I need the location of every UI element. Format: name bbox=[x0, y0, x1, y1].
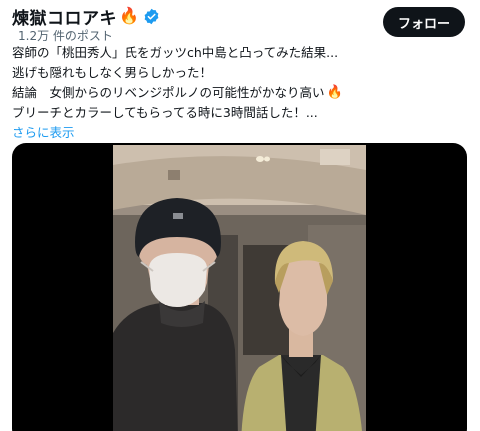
post-count: 1.2万 件のポスト bbox=[18, 29, 113, 43]
fire-icon: 🔥 bbox=[326, 85, 343, 100]
fire-icon: 🔥 bbox=[119, 6, 139, 25]
show-more-link[interactable]: さらに表示 bbox=[12, 123, 75, 143]
video-player[interactable] bbox=[12, 143, 467, 431]
video-thumbnail bbox=[113, 145, 366, 431]
post-text-line: 逃げも隠れもしなく男らしかった！ bbox=[12, 65, 213, 80]
post-text-line: 結論 女側からのリベンジポルノの可能性がかなり高い 🔥 bbox=[12, 83, 372, 103]
post-text-line: 容師の「桃田秀人」氏をガッツch中島と凸ってみた結果... bbox=[12, 45, 339, 60]
follow-button[interactable]: フォロー bbox=[383, 7, 465, 37]
post-text-line: ブリーチとカラーしてもらってる時に3時間話した！... bbox=[12, 105, 318, 120]
author-name[interactable]: 煉獄コロアキ bbox=[12, 4, 117, 29]
verified-badge-icon bbox=[144, 8, 159, 24]
post-text: 容師の「桃田秀人」氏をガッツch中島と凸ってみた結果... 逃げも隠れもしなく男… bbox=[12, 43, 372, 143]
post-header: 煉獄コロアキ 🔥 bbox=[12, 4, 160, 29]
post: 煉獄コロアキ 🔥 フォロー 1.2万 件のポスト 容師の「桃田秀人」氏をガッツc… bbox=[0, 0, 480, 431]
